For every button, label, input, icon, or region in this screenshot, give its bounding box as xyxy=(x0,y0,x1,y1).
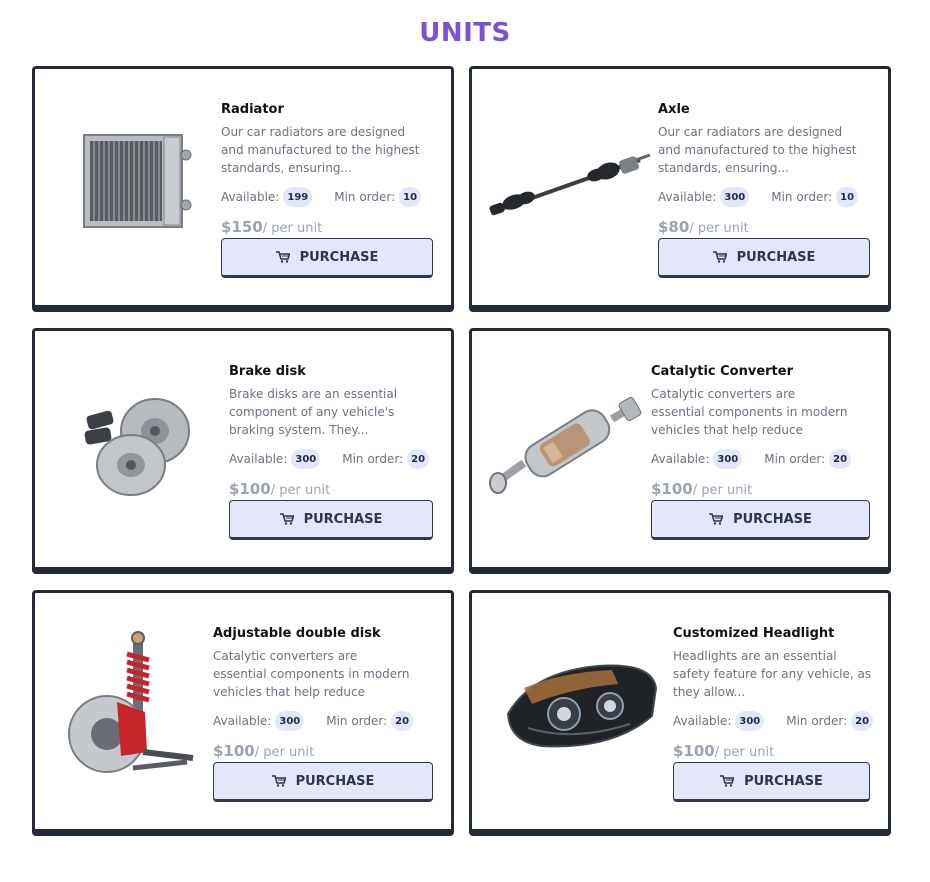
purchase-button[interactable]: PURCHASE xyxy=(213,762,433,802)
purchase-label: PURCHASE xyxy=(303,511,383,527)
product-description: Catalytic converters are essential compo… xyxy=(213,649,410,699)
product-card: Catalytic Converter Catalytic converters… xyxy=(469,328,891,574)
available-label: Available: xyxy=(221,190,280,204)
cart-icon xyxy=(271,775,286,787)
purchase-button[interactable]: PURCHASE xyxy=(651,500,870,540)
available-label: Available: xyxy=(213,714,272,728)
product-stock: Available: 300 Min order: 20 xyxy=(213,711,414,731)
axle-image xyxy=(484,109,654,259)
product-description: Brake disks are an essential component o… xyxy=(229,387,398,437)
purchase-label: PURCHASE xyxy=(736,249,816,265)
price-amount: $100 xyxy=(673,742,715,760)
product-price: $100/ per unit xyxy=(673,741,873,763)
min-order-label: Min order: xyxy=(771,190,833,204)
available-label: Available: xyxy=(658,190,717,204)
available-label: Available: xyxy=(673,714,732,728)
purchase-button[interactable]: PURCHASE xyxy=(229,500,433,540)
product-price: $150/ per unit xyxy=(221,217,421,239)
price-unit: / per unit xyxy=(714,745,775,760)
product-stock: Available: 300 Min order: 20 xyxy=(229,449,430,469)
product-description: Headlights are an essential safety featu… xyxy=(673,649,872,699)
product-price: $80/ per unit xyxy=(658,217,858,239)
page-title: UNITS xyxy=(419,18,511,48)
product-price: $100/ per unit xyxy=(651,479,851,501)
product-name: Brake disk xyxy=(229,364,306,379)
available-label: Available: xyxy=(651,452,710,466)
min-order-label: Min order: xyxy=(326,714,388,728)
min-order-badge: 20 xyxy=(829,449,852,469)
purchase-label: PURCHASE xyxy=(733,511,812,527)
product-stock: Available: 300 Min order: 20 xyxy=(673,711,874,731)
purchase-label: PURCHASE xyxy=(299,249,379,265)
product-name: Radiator xyxy=(221,102,284,117)
available-badge: 300 xyxy=(720,187,750,207)
price-unit: / per unit xyxy=(262,221,323,236)
product-info: Brake disk Brake disks are an essential … xyxy=(229,363,430,501)
min-order-badge: 20 xyxy=(391,711,414,731)
min-order-label: Min order: xyxy=(342,452,404,466)
purchase-label: PURCHASE xyxy=(295,773,375,789)
min-order-label: Min order: xyxy=(786,714,848,728)
available-badge: 300 xyxy=(291,449,321,469)
purchase-label: PURCHASE xyxy=(744,773,823,789)
headlight-image xyxy=(502,633,662,783)
purchase-button[interactable]: PURCHASE xyxy=(221,238,433,278)
product-card: Customized Headlight Headlights are an e… xyxy=(469,590,891,836)
product-stock: Available: 300 Min order: 20 xyxy=(651,449,852,469)
product-card: Axle Our car radiators are designed and … xyxy=(469,66,891,312)
product-stock: Available: 300 Min order: 10 xyxy=(658,187,859,207)
brake-disk-image xyxy=(77,371,197,521)
available-badge: 300 xyxy=(275,711,305,731)
product-stock: Available: 199 Min order: 10 xyxy=(221,187,422,207)
price-unit: / per unit xyxy=(692,483,753,498)
product-info: Customized Headlight Headlights are an e… xyxy=(673,625,874,763)
min-order-badge: 10 xyxy=(836,187,859,207)
price-amount: $100 xyxy=(229,480,271,498)
min-order-label: Min order: xyxy=(334,190,396,204)
purchase-button[interactable]: PURCHASE xyxy=(673,762,870,802)
min-order-badge: 20 xyxy=(851,711,874,731)
radiator-image xyxy=(71,109,201,259)
product-price: $100/ per unit xyxy=(213,741,413,763)
price-amount: $80 xyxy=(658,218,690,236)
cart-icon xyxy=(275,251,290,263)
cart-icon xyxy=(712,251,727,263)
product-price: $100/ per unit xyxy=(229,479,429,501)
cart-icon xyxy=(709,513,724,525)
product-card: Brake disk Brake disks are an essential … xyxy=(32,328,454,574)
price-unit: / per unit xyxy=(270,483,331,498)
price-amount: $100 xyxy=(213,742,255,760)
price-amount: $100 xyxy=(651,480,693,498)
price-unit: / per unit xyxy=(254,745,315,760)
product-info: Axle Our car radiators are designed and … xyxy=(658,101,859,239)
min-order-label: Min order: xyxy=(764,452,826,466)
product-description: Our car radiators are designed and manuf… xyxy=(221,125,420,175)
product-info: Radiator Our car radiators are designed … xyxy=(221,101,422,239)
purchase-button[interactable]: PURCHASE xyxy=(658,238,870,278)
cart-icon xyxy=(279,513,294,525)
available-badge: 199 xyxy=(283,187,313,207)
catalytic-converter-image xyxy=(484,371,644,521)
product-info: Catalytic Converter Catalytic converters… xyxy=(651,363,852,501)
price-amount: $150 xyxy=(221,218,263,236)
available-label: Available: xyxy=(229,452,288,466)
product-name: Axle xyxy=(658,102,690,117)
price-unit: / per unit xyxy=(689,221,749,236)
min-order-badge: 20 xyxy=(407,449,430,469)
product-card: Radiator Our car radiators are designed … xyxy=(32,66,454,312)
product-description: Catalytic converters are essential compo… xyxy=(651,387,848,437)
product-card: Adjustable double disk Catalytic convert… xyxy=(32,590,454,836)
product-description: Our car radiators are designed and manuf… xyxy=(658,125,857,175)
min-order-badge: 10 xyxy=(399,187,422,207)
suspension-image xyxy=(63,623,203,793)
product-name: Adjustable double disk xyxy=(213,626,381,641)
product-name: Catalytic Converter xyxy=(651,364,794,379)
product-info: Adjustable double disk Catalytic convert… xyxy=(213,625,414,763)
product-name: Customized Headlight xyxy=(673,626,835,641)
available-badge: 300 xyxy=(713,449,743,469)
available-badge: 300 xyxy=(735,711,765,731)
cart-icon xyxy=(720,775,735,787)
